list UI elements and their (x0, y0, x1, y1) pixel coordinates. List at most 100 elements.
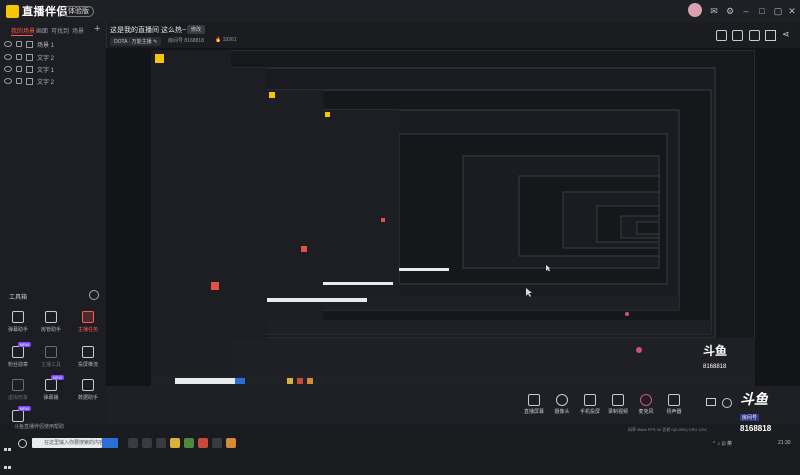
bottom-toolbar (106, 386, 800, 424)
source-icon (26, 40, 33, 48)
record-icon (612, 394, 624, 406)
lock-icon[interactable] (16, 66, 22, 72)
avatar[interactable] (688, 3, 702, 17)
clock: 21:30 (778, 440, 791, 446)
tab-findable[interactable]: 可找到 (51, 26, 69, 35)
lock-icon[interactable] (16, 54, 22, 60)
tool-label: 弹幕播 (43, 395, 59, 401)
eye-icon[interactable] (4, 54, 12, 60)
new-badge: NEW (17, 342, 31, 347)
lock-icon[interactable] (732, 30, 743, 41)
tool-label: 弹幕助手 (7, 327, 28, 333)
record-toggle-icon[interactable] (706, 398, 716, 406)
settings-icon[interactable] (722, 398, 732, 408)
copy-icon[interactable] (749, 30, 760, 41)
text-icon (26, 77, 33, 85)
tool-cast-stream[interactable]: 投屏推流 (73, 346, 103, 376)
category-tag[interactable]: DOTA · 万能主播 ✎ (110, 37, 162, 46)
gift-icon[interactable] (716, 30, 727, 41)
list-item[interactable]: 文字 1 (4, 64, 54, 74)
stream-stats: 码率 0kb/s FPS 30 丢帧 0(0.00%) CPU 12% (628, 427, 707, 432)
search-icon[interactable] (18, 439, 27, 448)
minimize-icon[interactable]: – (740, 5, 752, 17)
tool-streamer-tools[interactable]: 主播工具 (36, 346, 66, 376)
eye-icon[interactable] (4, 66, 12, 72)
tools-icon (45, 346, 57, 358)
broadcast-icon (45, 379, 57, 391)
search-placeholder: 在这里输入你要搜索的内容 (44, 440, 105, 446)
menu-icon[interactable]: ⚙ (724, 5, 736, 17)
watermark-logo: 斗鱼 (740, 391, 768, 407)
watermark-label: 房间号 (740, 414, 760, 421)
tool-danmu-broadcast[interactable]: NEW 弹幕播 (36, 375, 66, 409)
lock-icon[interactable] (16, 41, 22, 47)
tab-my-scenes[interactable]: 我的场景 (11, 26, 35, 35)
app-icon[interactable] (198, 438, 208, 448)
tool-danmu-assistant[interactable]: 弹幕助手 (3, 311, 33, 341)
close-icon[interactable]: ✕ (786, 5, 798, 17)
camera-icon (556, 394, 568, 406)
edge-icon[interactable] (142, 438, 152, 448)
lock-icon[interactable] (16, 78, 22, 84)
list-item[interactable]: 场景 1 (4, 39, 54, 49)
edit-title-button[interactable]: 修改 (187, 25, 206, 34)
text-icon (26, 53, 33, 61)
phone-icon (584, 394, 596, 406)
tool-data-assistant[interactable]: 数据助手 (73, 379, 103, 409)
list-item[interactable]: 文字 2 (4, 52, 54, 62)
tool-label: 主播任务 (77, 327, 98, 333)
skin-icon[interactable]: ✉ (708, 5, 720, 17)
popularity-count: 🔥 19261 (215, 37, 237, 43)
douyu-taskbar-icon[interactable] (226, 438, 236, 448)
search-button[interactable] (102, 438, 118, 448)
user-icon (45, 311, 57, 323)
scene-label: 文字 2 (37, 79, 55, 86)
speaker-button[interactable]: 扬声器 (654, 394, 694, 415)
refresh-icon[interactable] (89, 290, 99, 300)
scene-label: 场景 1 (37, 42, 55, 49)
explorer-icon[interactable] (156, 438, 166, 448)
app-icon[interactable] (184, 438, 194, 448)
logo-icon (6, 4, 19, 18)
tab-scene[interactable]: 场景 (72, 26, 84, 35)
tool-label: 虚拟形象 (7, 395, 28, 401)
screen-icon (528, 394, 540, 406)
app-icon[interactable] (212, 438, 222, 448)
speaker-icon (668, 394, 680, 406)
share-icon[interactable]: ⋖ (782, 30, 791, 39)
tab-canvas[interactable]: 画面 (36, 26, 48, 35)
new-badge: NEW (17, 406, 31, 411)
maximize-icon[interactable]: ▢ (772, 5, 784, 17)
list-item[interactable]: 文字 2 (4, 76, 54, 86)
chart-icon (82, 379, 94, 391)
restore-icon[interactable]: □ (756, 5, 768, 17)
tool-fan-medal[interactable]: NEW 粉丝勋章 (3, 342, 33, 376)
tool-streamer-task[interactable]: 主播任务 (73, 311, 103, 341)
scene-label: 文字 2 (37, 55, 55, 62)
tool-room-manager[interactable]: 房管助手 (36, 311, 66, 341)
help-link[interactable]: 斗鱼直播伴侣使用帮助 (14, 423, 64, 430)
task-view-icon[interactable] (128, 438, 138, 448)
tool-label: 扬声器 (666, 409, 682, 415)
folder-icon[interactable] (170, 438, 180, 448)
douyu-watermark: 斗鱼 房间号 8168818 (740, 391, 788, 433)
home-icon[interactable] (765, 30, 776, 41)
app-name: 直播伴侣 (22, 6, 68, 18)
tool-label: 粉丝勋章 (7, 362, 28, 368)
add-scene-button[interactable]: + (94, 23, 100, 35)
svg-text:斗鱼: 斗鱼 (703, 343, 727, 358)
title-bar (0, 0, 800, 22)
medal-icon (12, 346, 24, 358)
windows-start-icon[interactable] (4, 439, 12, 469)
watermark-room-number: 8168818 (740, 424, 772, 433)
eye-icon[interactable] (4, 78, 12, 84)
beta-badge[interactable]: 体验版 (63, 6, 94, 17)
eye-icon[interactable] (4, 41, 12, 47)
room-id: 房间号 8168818 (168, 38, 204, 44)
tool-label: 数据助手 (77, 395, 98, 401)
live-preview[interactable]: 斗鱼 8168818 (151, 50, 755, 386)
tool-virtual-avatar[interactable]: 虚拟形象 (3, 379, 33, 409)
cast-icon (12, 410, 24, 422)
tool-label: 投屏推流 (77, 362, 98, 368)
system-tray[interactable]: ⌃ ♪ ⊡ 英 (712, 440, 732, 447)
